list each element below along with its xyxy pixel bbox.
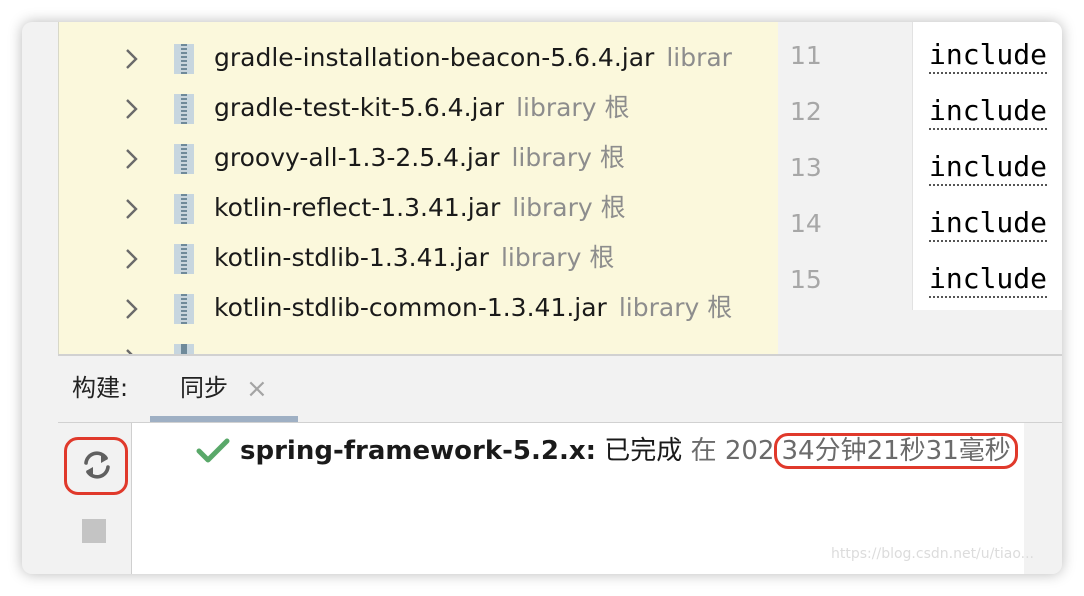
jar-name: gradle-installation-beacon-5.6.4.jar	[214, 43, 655, 72]
jar-icon	[174, 244, 194, 274]
chevron-right-icon[interactable]	[119, 47, 143, 71]
tree-row[interactable]: kotlin-reflect-1.3.41.jar library 根	[59, 184, 779, 234]
line-number: 15	[790, 265, 822, 294]
line-number: 13	[790, 153, 822, 182]
chevron-right-icon[interactable]	[119, 147, 143, 171]
code-line[interactable]: include	[929, 38, 1048, 74]
line-number: 14	[790, 209, 822, 238]
refresh-button[interactable]	[64, 437, 128, 495]
tree-item-label: kotlin-reflect-1.3.41.jar library 根	[214, 192, 626, 224]
tree-row[interactable]: kotlin-stdlib-common-1.3.41.jar library 根	[59, 284, 779, 334]
build-toolbar	[58, 423, 132, 574]
jar-tag: library 根	[618, 293, 733, 322]
tree-item-label: kotlin-stdlib-common-1.3.41.jar library 根	[214, 292, 732, 324]
watermark: https://blog.csdn.net/u/tiao...	[831, 546, 1034, 562]
tree-row[interactable]: groovy-all-1.3-2.5.4.jar library 根	[59, 134, 779, 184]
jar-icon	[174, 294, 194, 324]
sync-status: 已完成	[604, 436, 683, 466]
code-line[interactable]: include	[929, 150, 1048, 186]
jar-icon	[174, 194, 194, 224]
jar-tag: library 根	[512, 193, 626, 222]
tree-item-label: kotlin-stdlib-1.3.41.jar library 根	[214, 242, 614, 274]
jar-name: kotlin-stdlib-common-1.3.41.jar	[214, 293, 607, 322]
ide-window: gradle-installation-beacon-5.6.4.jar libr…	[22, 22, 1062, 574]
jar-tag: library 根	[500, 243, 615, 272]
chevron-right-icon[interactable]	[119, 97, 143, 121]
build-tab-bar: 构建: 同步 ×	[58, 356, 1062, 422]
chevron-right-icon[interactable]	[119, 297, 143, 321]
tree-row[interactable]: kotlin-stdlib-1.3.41.jar library 根	[59, 234, 779, 284]
tab-sync[interactable]: 同步 ×	[150, 356, 298, 422]
sync-status-line[interactable]: spring-framework-5.2.x: 已完成 在 202 34分钟21秒…	[240, 433, 1018, 469]
jar-name: groovy-all-1.3-2.5.4.jar	[214, 143, 500, 172]
check-icon	[196, 438, 230, 463]
line-number-gutter: 11 12 13 14 15	[778, 22, 912, 354]
sync-duration: 34分钟21秒31毫秒	[774, 433, 1018, 469]
code-editor[interactable]: include include include include include	[912, 22, 1062, 310]
library-tree: gradle-installation-beacon-5.6.4.jar libr…	[58, 22, 779, 354]
jar-tag: library 根	[511, 143, 625, 172]
tree-row[interactable]: gradle-test-kit-5.6.4.jar library 根	[59, 84, 779, 134]
code-line[interactable]: include	[929, 262, 1048, 298]
close-icon[interactable]: ×	[246, 376, 268, 402]
jar-name: kotlin-stdlib-1.3.41.jar	[214, 243, 489, 272]
tree-item-label: groovy-all-1.3-2.5.4.jar library 根	[214, 142, 625, 174]
tree-row-partial-bottom	[59, 334, 779, 354]
tree-row-partial-top	[59, 22, 779, 32]
editor-bottom-area	[778, 310, 1062, 354]
tree-item-label: gradle-installation-beacon-5.6.4.jar libr…	[214, 42, 732, 74]
jar-icon	[174, 144, 194, 174]
tree-item-label: gradle-test-kit-5.6.4.jar library 根	[214, 92, 629, 124]
chevron-right-icon	[126, 349, 133, 354]
jar-icon	[174, 94, 194, 124]
code-line[interactable]: include	[929, 94, 1048, 130]
jar-icon	[172, 22, 196, 23]
jar-icon	[174, 44, 194, 74]
jar-tag: library 根	[516, 93, 630, 122]
jar-name: kotlin-reflect-1.3.41.jar	[214, 193, 501, 222]
jar-tag: librar	[666, 43, 732, 72]
sync-timestamp: 在 202	[690, 436, 775, 466]
stop-icon[interactable]	[82, 519, 106, 543]
build-label: 构建:	[72, 374, 129, 402]
jar-name: gradle-test-kit-5.6.4.jar	[214, 93, 505, 122]
jar-icon	[174, 344, 194, 354]
tab-sync-label: 同步	[180, 374, 228, 402]
refresh-icon[interactable]	[81, 448, 113, 482]
project-name: spring-framework-5.2.x:	[240, 436, 597, 466]
line-number: 12	[790, 97, 822, 126]
line-number: 11	[790, 41, 822, 70]
chevron-right-icon[interactable]	[119, 247, 143, 271]
code-line[interactable]: include	[929, 206, 1048, 242]
chevron-right-icon[interactable]	[119, 197, 143, 221]
tree-row[interactable]: gradle-installation-beacon-5.6.4.jar libr…	[59, 34, 779, 84]
